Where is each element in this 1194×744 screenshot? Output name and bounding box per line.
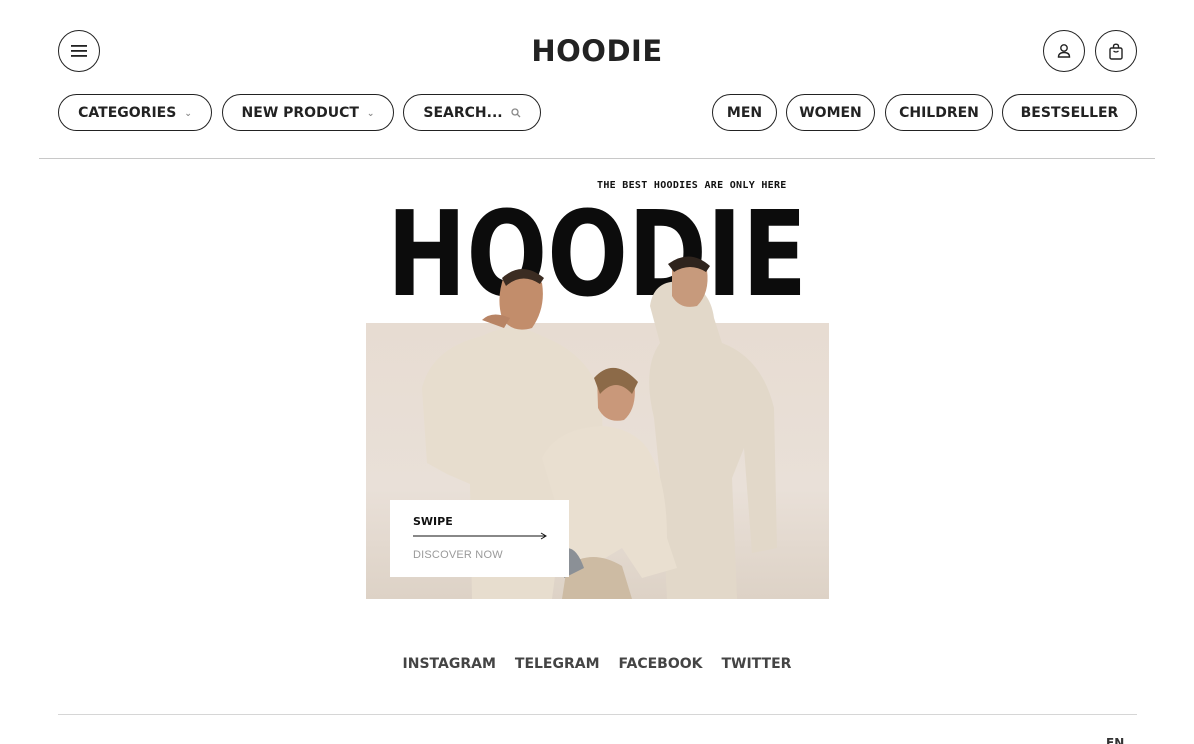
nav-men[interactable]: MEN [712, 94, 777, 131]
hero-tagline: THE BEST HOODIES ARE ONLY HERE [597, 180, 787, 191]
nav-women[interactable]: WOMEN [786, 94, 875, 131]
page: HOODIE CATEGORIES ⌄ NEW PRODUCT ⌄ SEARCH… [0, 0, 1194, 744]
footer-divider [58, 714, 1137, 715]
search-button[interactable]: SEARCH... [403, 94, 541, 131]
account-button[interactable] [1043, 30, 1085, 72]
header-divider [39, 158, 1155, 159]
nav-children[interactable]: CHILDREN [885, 94, 993, 131]
search-icon [510, 107, 521, 117]
user-icon [1057, 44, 1071, 58]
social-twitter[interactable]: TWITTER [721, 656, 791, 672]
social-telegram[interactable]: TELEGRAM [515, 656, 600, 672]
chevron-down-icon: ⌄ [366, 108, 375, 119]
social-links: INSTAGRAM TELEGRAM FACEBOOK TWITTER [0, 656, 1194, 672]
shopping-bag-icon [1109, 42, 1123, 60]
new-product-dropdown[interactable]: NEW PRODUCT ⌄ [222, 94, 394, 131]
site-logo[interactable]: HOODIE [0, 34, 1194, 68]
chevron-down-icon: ⌄ [184, 108, 192, 119]
arrow-right-icon [413, 532, 547, 540]
cart-button[interactable] [1095, 30, 1137, 72]
categories-dropdown[interactable]: CATEGORIES ⌄ [58, 94, 212, 131]
social-facebook[interactable]: FACEBOOK [619, 656, 703, 672]
language-switcher[interactable]: EN [1106, 736, 1124, 744]
nav-bestseller[interactable]: BESTSELLER [1002, 94, 1137, 131]
categories-label: CATEGORIES [78, 104, 177, 121]
swipe-label: SWIPE [413, 515, 453, 528]
swipe-card[interactable]: SWIPE DISCOVER NOW [390, 500, 569, 577]
discover-now-link[interactable]: DISCOVER NOW [413, 549, 503, 561]
search-label: SEARCH... [423, 104, 503, 121]
new-product-label: NEW PRODUCT [241, 104, 359, 121]
social-instagram[interactable]: INSTAGRAM [403, 656, 496, 672]
